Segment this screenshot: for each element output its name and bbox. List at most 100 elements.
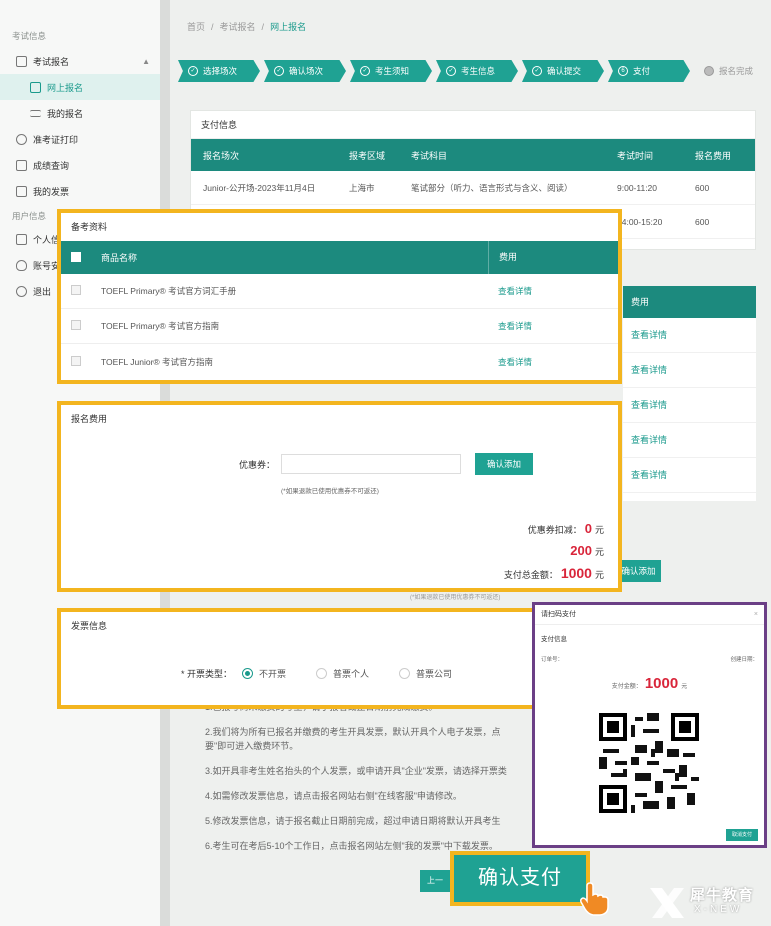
breadcrumb: 首页 / 考试报名 / 网上报名 xyxy=(187,22,307,32)
sidebar-item-label: 我的发票 xyxy=(33,186,70,197)
view-details-link[interactable]: 查看详情 xyxy=(623,388,756,423)
subtotal-line: 200 元 xyxy=(567,543,604,558)
subtotal-value: 200 xyxy=(570,543,592,558)
currency-unit: 元 xyxy=(594,547,604,557)
amount-label: 支付金额： xyxy=(611,684,642,690)
edit-icon xyxy=(16,55,27,67)
breadcrumb-home[interactable]: 首页 xyxy=(187,22,205,32)
row-checkbox[interactable] xyxy=(71,355,81,366)
column-header: 报名场次 xyxy=(203,150,240,161)
view-details-link[interactable]: 查看详情 xyxy=(623,458,756,493)
background-confirm-button[interactable]: 确认添加 xyxy=(616,560,661,582)
step-label: 选择场次 xyxy=(203,66,238,76)
notice-line: 要"即可进入缴费环节。 xyxy=(205,741,299,751)
radio-label: 不开票 xyxy=(259,669,287,679)
sidebar-item-score-query[interactable]: 成绩查询 xyxy=(0,152,162,178)
sidebar-item-label: 个人信 xyxy=(33,234,61,245)
table-row: TOEFL Primary® 考试官方词汇手册 查看详情 xyxy=(61,274,618,309)
radio-no-invoice[interactable] xyxy=(242,668,254,679)
coupon-row: 优惠券： 确认添加 xyxy=(239,453,534,475)
discount-line: 优惠券扣减： 0 元 xyxy=(528,521,604,536)
view-details-link[interactable]: 查看详情 xyxy=(488,285,608,297)
invoice-info-panel: 发票信息 * 开票类型： 不开票 普票个人 普票公司 xyxy=(57,608,537,709)
sidebar-item-my-registration[interactable]: 我的报名 xyxy=(0,100,162,126)
dialog-title: 请扫码支付 xyxy=(541,611,576,618)
view-details-link[interactable]: 查看详情 xyxy=(488,320,608,332)
coupon-label: 优惠券： xyxy=(239,459,276,470)
row-checkbox[interactable] xyxy=(71,320,81,330)
table-cell: 9:00-11:20 xyxy=(617,182,658,193)
invoice-icon xyxy=(16,185,27,197)
sidebar-item-label: 账号安 xyxy=(33,260,61,271)
sidebar-item-admission-print[interactable]: 准考证打印 xyxy=(0,126,162,152)
confirm-add-coupon-button[interactable]: 确认添加 xyxy=(475,453,534,475)
radio-personal-invoice[interactable] xyxy=(316,668,328,679)
column-header: 考试科目 xyxy=(411,150,448,161)
total-value: 1000 xyxy=(560,565,592,581)
close-icon[interactable]: × xyxy=(754,605,758,625)
table-cell: 600 xyxy=(695,216,710,227)
breadcrumb-exam-registration[interactable]: 考试报名 xyxy=(220,22,256,32)
registration-fee-panel: 报名费用 优惠券： 确认添加 (*如果退款已使用优惠券不可返还) 优惠券扣减： 0… xyxy=(57,401,622,592)
notice-line: 5.修改发票信息，请于报名截止日期前完成，超过申请日期将默认开具考生 xyxy=(205,816,501,826)
cancel-payment-button[interactable]: 取消支付 xyxy=(726,829,758,841)
step-candidate-notice: ✓ 考生须知 xyxy=(350,60,432,82)
chevron-up-icon: ▲ xyxy=(142,56,150,66)
logo-icon xyxy=(650,888,684,918)
panel-title: 备考资料 xyxy=(71,222,108,232)
confirm-payment-button[interactable]: 确认支付 xyxy=(450,851,590,906)
table-header: 报名场次 报考区域 考试科目 考试时间 报名费用 xyxy=(191,139,755,171)
product-name: TOEFL Junior® 考试官方指南 xyxy=(101,356,214,367)
step-complete: 报名完成 xyxy=(694,60,771,82)
check-icon: ✓ xyxy=(360,66,370,76)
dialog-header: 请扫码支付 × xyxy=(535,605,764,625)
sidebar-item-online-registration[interactable]: 网上报名 xyxy=(0,74,162,100)
step-number-icon: 6 xyxy=(618,66,628,76)
table-header: 商品名称 费用 xyxy=(61,241,618,274)
order-number-label: 订单号： xyxy=(541,657,564,663)
currency-unit: 元 xyxy=(681,684,688,690)
table-row: Junior-公开场-2023年11月4日 上海市 笔试部分（听力、语言形式与含… xyxy=(191,171,755,205)
column-header: 费用 xyxy=(623,286,756,318)
radio-company-invoice[interactable] xyxy=(399,668,411,679)
table-cell: 14:00-15:20 xyxy=(617,216,663,227)
check-icon: ✓ xyxy=(188,66,198,76)
step-candidate-info: ✓ 考生信息 xyxy=(436,60,518,82)
table-cell: 笔试部分（听力、语言形式与含义、阅读） xyxy=(411,182,573,193)
total-line: 支付总金额： 1000 元 xyxy=(504,565,604,581)
user-icon xyxy=(16,233,27,245)
coupon-input[interactable] xyxy=(281,454,462,474)
select-all-checkbox[interactable] xyxy=(71,251,81,262)
list-icon xyxy=(30,109,41,117)
currency-unit: 元 xyxy=(594,570,604,580)
brand-name-en: X-NEW xyxy=(694,904,743,915)
view-details-link[interactable]: 查看详情 xyxy=(623,423,756,458)
hand-pointer-icon xyxy=(580,882,609,916)
coupon-note: (*如果退款已使用优惠券不可返还) xyxy=(281,488,379,495)
sidebar-item-exam-registration[interactable]: 考试报名 ▲ xyxy=(0,48,162,74)
column-header: 报考区域 xyxy=(349,150,386,161)
background-coupon-note: (*如果退款已使用优惠券不可返还) xyxy=(410,595,501,601)
qr-payment-dialog: 请扫码支付 × 支付信息 订单号： 创建日期： 支付金额： 1000 元 取消支付 xyxy=(532,602,767,848)
view-details-link[interactable]: 查看详情 xyxy=(623,318,756,353)
step-confirm-submit: ✓ 确认提交 xyxy=(522,60,604,82)
sidebar-item-my-invoice[interactable]: 我的发票 xyxy=(0,178,162,204)
currency-unit: 元 xyxy=(594,525,604,535)
row-checkbox[interactable] xyxy=(71,285,81,295)
step-label: 考生须知 xyxy=(375,66,410,76)
study-materials-panel: 备考资料 商品名称 费用 TOEFL Primary® 考试官方词汇手册 查看详… xyxy=(57,209,622,384)
view-details-link[interactable]: 查看详情 xyxy=(623,353,756,388)
table-row: TOEFL Primary® 考试官方指南 查看详情 xyxy=(61,309,618,344)
panel-title: 报名费用 xyxy=(71,414,108,424)
table-row: TOEFL Junior® 考试官方指南 查看详情 xyxy=(61,344,618,379)
discount-value: 0 xyxy=(584,521,592,536)
step-select-session: ✓ 选择场次 xyxy=(178,60,260,82)
search-icon xyxy=(16,159,27,171)
print-icon xyxy=(16,133,27,145)
sidebar-item-label: 退出 xyxy=(33,286,52,297)
sidebar-item-label: 我的报名 xyxy=(47,108,84,119)
previous-button[interactable]: 上一 xyxy=(420,870,450,892)
total-label: 支付总金额： xyxy=(503,570,558,580)
view-details-link[interactable]: 查看详情 xyxy=(488,356,608,368)
column-header: 报名费用 xyxy=(695,150,732,161)
